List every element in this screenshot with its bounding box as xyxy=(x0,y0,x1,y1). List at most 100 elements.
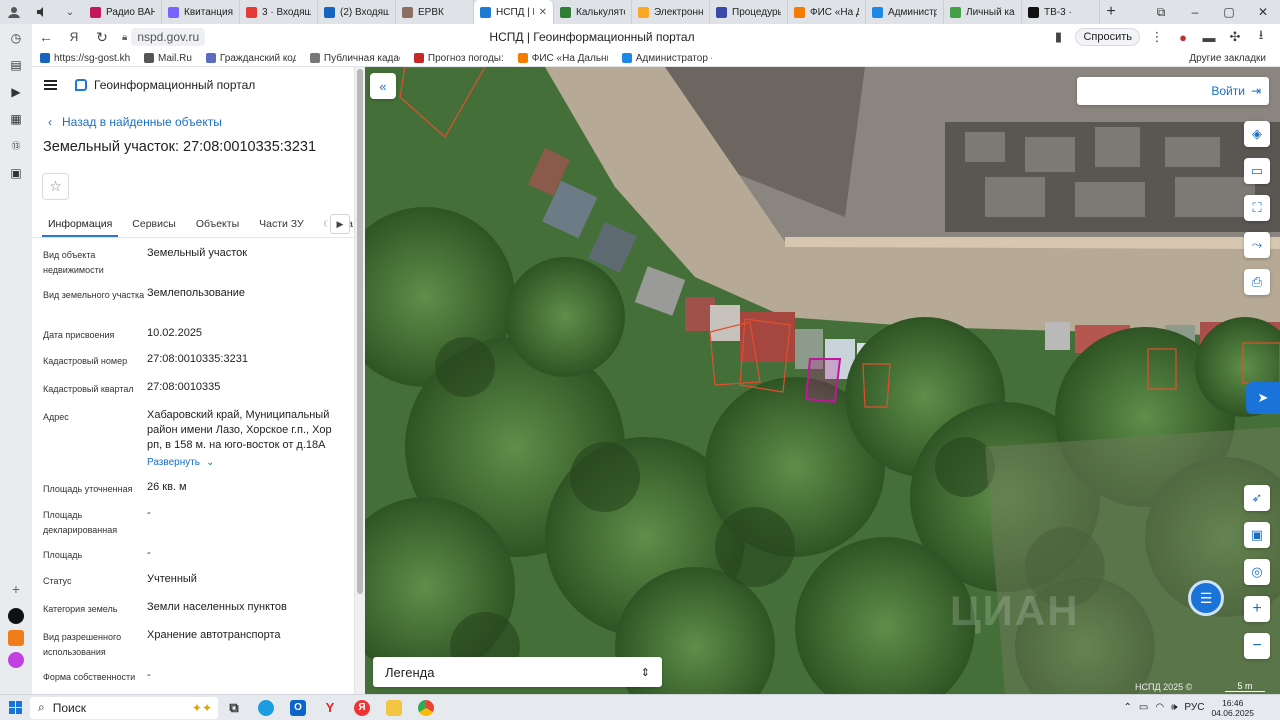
wifi-icon[interactable]: ◠ xyxy=(1155,702,1164,713)
minimize-button[interactable]: – xyxy=(1178,0,1212,24)
ask-button[interactable]: Спросить xyxy=(1075,28,1140,46)
collapse-panel-button[interactable]: « xyxy=(370,73,396,99)
bookmark-item[interactable]: Администратор - xyxy=(621,53,712,64)
yandex-browser-icon[interactable]: Y xyxy=(314,695,346,720)
notes-icon[interactable]: ▦ xyxy=(0,105,32,132)
downloads-icon[interactable]: ▬ xyxy=(1200,30,1218,45)
property-value-text[interactable]: Земли населенных пунктов xyxy=(147,601,287,613)
browser-tab[interactable]: Квитанция xyxy=(162,0,240,24)
property-value-text[interactable]: Землепользование xyxy=(147,287,245,299)
task-view-icon[interactable]: ⧉ xyxy=(218,695,250,720)
coordinates-icon[interactable]: ◎ xyxy=(1244,559,1270,585)
bookmark-item[interactable]: Mail.Ru xyxy=(144,53,192,64)
url-field[interactable]: nspd.gov.ru xyxy=(131,28,206,46)
profile-avatar[interactable] xyxy=(0,0,28,24)
tray-chevron-icon[interactable]: ⌃ xyxy=(1124,702,1132,713)
browser-tab[interactable]: ЕРВК xyxy=(396,0,474,24)
download-arrow-icon[interactable]: ⭳ xyxy=(1252,26,1270,48)
new-tab-button[interactable]: + xyxy=(1100,3,1122,21)
bookmark-item[interactable]: Публичная кадаст xyxy=(309,53,400,64)
history-icon[interactable]: ◷ xyxy=(0,24,32,51)
screenshot-icon[interactable]: ▣ xyxy=(0,159,32,186)
more-menu-icon[interactable]: ⋮ xyxy=(1148,29,1166,45)
tabs-scroll-right-icon[interactable]: ▶ xyxy=(330,214,350,234)
browser-tab[interactable]: Радио ВАН xyxy=(84,0,162,24)
property-value-text[interactable]: Хабаровский край, Муниципальный район им… xyxy=(147,409,332,451)
browser-tab[interactable]: Личный каб xyxy=(944,0,1022,24)
add-sidebar-app-icon[interactable]: + xyxy=(0,575,32,602)
locate-me-icon[interactable]: ➶ xyxy=(1244,485,1270,511)
panel-tab[interactable]: Части ЗУ xyxy=(253,212,310,237)
edge-icon[interactable] xyxy=(250,695,282,720)
browser-tab[interactable]: 3 · Входящи xyxy=(240,0,318,24)
media-icon[interactable]: ▶ xyxy=(0,78,32,105)
panel-tab[interactable]: Объекты xyxy=(190,212,245,237)
browser-tab[interactable]: (2) Входящи xyxy=(318,0,396,24)
collections-icon[interactable]: ▤ xyxy=(0,51,32,78)
favorite-star-icon[interactable]: ☆ xyxy=(42,173,69,200)
login-button[interactable]: Войти ⇥ xyxy=(1077,77,1269,105)
sidebar-app-dark-icon[interactable] xyxy=(8,608,24,624)
badge-13-icon[interactable]: ⑬ xyxy=(0,132,32,159)
yandex-icon[interactable]: Я xyxy=(346,695,378,720)
input-language[interactable]: РУС xyxy=(1184,702,1204,713)
browser-tab[interactable]: Процедуры xyxy=(710,0,788,24)
tab-list-chevron-icon[interactable]: ⌄ xyxy=(56,0,84,24)
browser-tab[interactable]: ТВ-3 · xyxy=(1022,0,1100,24)
map-view[interactable]: « Войти ⇥ ◈ ▭ ⛶ ⤳ ⎙ ➤ ➶ ▣ ◎ + − ☰ ЦИАН Л… xyxy=(365,67,1280,694)
side-assistant-tab[interactable]: ➤ xyxy=(1246,382,1280,414)
scrollbar-thumb[interactable] xyxy=(357,69,363,594)
panel-scrollbar[interactable] xyxy=(354,67,365,694)
property-value-text[interactable]: Учтенный xyxy=(147,573,197,585)
legend-selector[interactable]: Легенда ⇕ xyxy=(373,657,662,687)
print-icon[interactable]: ⎙ xyxy=(1244,269,1270,295)
browser-tab[interactable]: ФИС «На Д xyxy=(788,0,866,24)
other-bookmarks[interactable]: Другие закладки xyxy=(1189,53,1280,64)
property-value-text[interactable]: - xyxy=(147,669,151,681)
minimap-icon[interactable]: ▣ xyxy=(1244,522,1270,548)
reload-icon[interactable]: ↻ xyxy=(88,29,116,46)
chrome-icon[interactable] xyxy=(410,695,442,720)
sidebar-app-mail-icon[interactable] xyxy=(8,630,24,646)
tab-search-icon[interactable]: ⧉ xyxy=(1144,0,1178,24)
audio-icon[interactable] xyxy=(28,0,56,24)
extensions-puzzle-icon[interactable]: ✣ xyxy=(1226,29,1244,45)
ruler-icon[interactable]: ▭ xyxy=(1244,158,1270,184)
start-button[interactable] xyxy=(0,695,30,720)
property-value-text[interactable]: Земельный участок xyxy=(147,247,247,259)
bookmark-icon[interactable]: ▮ xyxy=(1049,29,1067,45)
sidebar-app-alice-icon[interactable] xyxy=(8,652,24,668)
back-arrow-icon[interactable]: ← xyxy=(32,29,60,45)
bookmark-item[interactable]: ФИС «На Дальни xyxy=(517,53,608,64)
property-value-text[interactable]: 27:08:0010335 xyxy=(147,381,220,393)
property-value-text[interactable]: 10.02.2025 xyxy=(147,327,202,339)
maximize-button[interactable]: ▢ xyxy=(1212,0,1246,24)
browser-tab[interactable]: Электронн xyxy=(632,0,710,24)
taskbar-search[interactable]: ⌕ Поиск ✦✦ xyxy=(30,696,218,719)
back-to-results-link[interactable]: ‹ Назад в найденные объекты xyxy=(32,115,354,129)
network-icon[interactable]: ▭ xyxy=(1139,702,1148,713)
clock[interactable]: 16:46 04.06.2025 xyxy=(1211,698,1254,718)
select-area-icon[interactable]: ⛶ xyxy=(1244,195,1270,221)
portal-logo[interactable]: Геоинформационный портал xyxy=(75,78,255,92)
yandex-home-icon[interactable]: Я xyxy=(60,30,88,44)
layers-icon[interactable]: ◈ xyxy=(1244,121,1270,147)
bookmark-item[interactable]: Гражданский код xyxy=(205,53,296,64)
property-value-text[interactable]: 26 кв. м xyxy=(147,481,187,493)
bookmark-item[interactable]: https://sg-gost.kh xyxy=(40,53,130,64)
panel-tab[interactable]: Информация xyxy=(42,212,119,237)
volume-icon[interactable]: 🕪︎ xyxy=(1171,702,1177,713)
share-icon[interactable]: ⤳ xyxy=(1244,232,1270,258)
close-window-button[interactable]: ✕ xyxy=(1246,0,1280,24)
extension-icon[interactable]: ● xyxy=(1174,30,1192,45)
browser-tab[interactable]: Калькулято xyxy=(554,0,632,24)
outlook-icon[interactable]: O xyxy=(282,695,314,720)
chat-button[interactable]: ☰ xyxy=(1188,580,1224,616)
expand-address-link[interactable]: Развернуть ⌄ xyxy=(147,455,214,470)
file-explorer-icon[interactable] xyxy=(378,695,410,720)
close-tab-icon[interactable]: ✕ xyxy=(539,7,547,18)
panel-tab[interactable]: Сервисы xyxy=(126,212,182,237)
menu-icon[interactable] xyxy=(44,80,57,90)
property-value-text[interactable]: - xyxy=(147,547,151,559)
property-value-text[interactable]: Хранение автотранспорта xyxy=(147,629,281,641)
